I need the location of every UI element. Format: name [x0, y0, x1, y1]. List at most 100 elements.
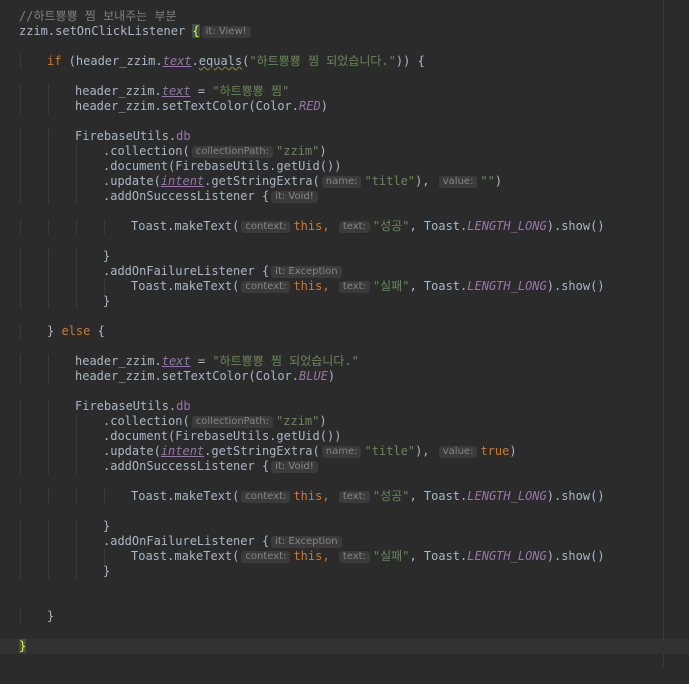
code-line[interactable]: Toast.makeText(context: this, text: "성공", …: [0, 489, 689, 504]
method-call: Toast.makeText(: [131, 279, 240, 293]
method-name: setTextColor: [161, 99, 249, 113]
code-line[interactable]: } else {: [0, 324, 689, 339]
code-line[interactable]: header_zzim.setTextColor(Color.BLUE): [0, 369, 689, 384]
param-hint: context:: [241, 221, 291, 233]
code-line[interactable]: .collection(collectionPath: "zzim"): [0, 414, 689, 429]
identifier: Toast.: [423, 489, 468, 503]
method-call: .collection(: [103, 144, 190, 158]
code-line[interactable]: .collection(collectionPath: "zzim"): [0, 144, 689, 159]
indent-guide: [20, 399, 21, 414]
indent-guide: [76, 429, 77, 444]
method-call: ).show(): [546, 489, 605, 503]
identifier: Color.: [255, 369, 300, 383]
identifier: header_zzim: [75, 84, 155, 98]
method-call: .addOnFailureListener: [103, 264, 255, 278]
string-literal: "title": [364, 444, 416, 458]
constant: LENGTH_LONG: [467, 279, 547, 293]
indent-guide: [20, 564, 21, 579]
indent-guide: [48, 219, 49, 234]
code-line[interactable]: //하트뿅뿅 찜 보내주는 부분: [0, 9, 689, 24]
code-content: header_zzim.setTextColor(Color.BLUE): [75, 369, 336, 383]
string-literal: "title": [364, 174, 416, 188]
keyword-this: this: [293, 489, 323, 503]
indent-guide: [76, 459, 77, 474]
string-literal: "성공": [372, 489, 410, 503]
indent-guide: [20, 294, 21, 309]
constant: LENGTH_LONG: [467, 489, 547, 503]
string-literal: "zzim": [276, 414, 320, 428]
param-hint: text:: [338, 491, 370, 503]
method-call: .getStringExtra(: [204, 444, 320, 458]
indent-guide: [48, 534, 49, 549]
code-line[interactable]: header_zzim.setTextColor(Color.RED): [0, 99, 689, 114]
identifier: header_zzim: [75, 354, 155, 368]
code-content: } else {: [47, 324, 105, 338]
code-line[interactable]: }: [0, 564, 689, 579]
code-line[interactable]: .addOnFailureListener {it: Exception: [0, 534, 689, 549]
code-line[interactable]: .addOnSuccessListener {it: Void!: [0, 189, 689, 204]
code-editor[interactable]: //하트뿅뿅 찜 보내주는 부분 zzim.setOnClickListener…: [0, 0, 689, 667]
code-line[interactable]: .addOnFailureListener {it: Exception: [0, 264, 689, 279]
identifier: Toast.: [423, 219, 468, 233]
code-content: .addOnSuccessListener {it: Void!: [103, 459, 321, 474]
code-line[interactable]: header_zzim.text = "하트뿅뿅 찜 되었습니다.": [0, 354, 689, 369]
code-line[interactable]: FirebaseUtils.db: [0, 129, 689, 144]
type-hint: it: Void!: [271, 191, 318, 203]
param-hint: collectionPath:: [191, 416, 274, 428]
code-content: }: [47, 609, 55, 623]
indent-guide: [20, 219, 21, 234]
code-line[interactable]: }: [0, 519, 689, 534]
code-line[interactable]: Toast.makeText(context: this, text: "성공", …: [0, 219, 689, 234]
current-code-line[interactable]: }: [0, 639, 689, 654]
code-line[interactable]: FirebaseUtils.db: [0, 399, 689, 414]
code-line[interactable]: }: [0, 249, 689, 264]
method-call: .getStringExtra(: [204, 174, 320, 188]
indent-guide: [20, 99, 21, 114]
indent-guide: [20, 519, 21, 534]
method-call: ).show(): [546, 549, 605, 563]
code-content: }: [103, 249, 111, 263]
indent-guide: [20, 174, 21, 189]
code-line[interactable]: zzim.setOnClickListener {it: View!: [0, 24, 689, 39]
code-content: .addOnFailureListener {it: Exception: [103, 264, 345, 279]
code-line[interactable]: if (header_zzim.text.equals("하트뿅뿅 찜 되었습니…: [0, 54, 689, 69]
identifier: header_zzim: [75, 99, 155, 113]
code-line[interactable]: .update(intent.getStringExtra(name: "titl…: [0, 174, 689, 189]
string-literal: "실패": [372, 279, 410, 293]
code-line[interactable]: .update(intent.getStringExtra(name: "titl…: [0, 444, 689, 459]
code-line[interactable]: Toast.makeText(context: this, text: "실패", …: [0, 549, 689, 564]
code-line[interactable]: }: [0, 609, 689, 624]
indent-guide: [48, 399, 49, 414]
code-line[interactable]: Toast.makeText(context: this, text: "실패", …: [0, 279, 689, 294]
code-content: Toast.makeText(context: this, text: "실패", …: [131, 549, 605, 563]
identifier: FirebaseUtils: [75, 399, 169, 413]
indent-guide: [48, 354, 49, 369]
string-literal: "하트뿅뿅 찜": [212, 84, 290, 98]
indent-guide: [20, 144, 21, 159]
param-hint: value:: [438, 176, 478, 188]
indent-guide: [104, 219, 105, 234]
code-content: }: [103, 519, 111, 533]
code-line[interactable]: .document(FirebaseUtils.getUid()): [0, 429, 689, 444]
method-call: Toast.makeText(: [131, 219, 240, 233]
indent-guide: [20, 279, 21, 294]
indent-guide: [48, 174, 49, 189]
indent-guide: [76, 294, 77, 309]
indent-guide: [76, 174, 77, 189]
identifier: FirebaseUtils: [75, 129, 169, 143]
indent-guide: [20, 84, 21, 99]
code-content: zzim.setOnClickListener {it: View!: [19, 24, 254, 39]
indent-guide: [20, 54, 21, 69]
code-line[interactable]: .addOnSuccessListener {it: Void!: [0, 459, 689, 474]
identifier: header_zzim: [75, 54, 156, 68]
indent-guide: [76, 549, 77, 564]
code-line[interactable]: }: [0, 294, 689, 309]
type-hint: it: Exception: [271, 266, 342, 278]
code-line[interactable]: header_zzim.text = "하트뿅뿅 찜": [0, 84, 689, 99]
indent-guide: [20, 429, 21, 444]
keyword-this: this: [293, 549, 323, 563]
property-text: text: [162, 54, 192, 68]
code-line[interactable]: .document(FirebaseUtils.getUid()): [0, 159, 689, 174]
identifier: Color.: [255, 99, 300, 113]
method-call: .addOnSuccessListener: [103, 189, 255, 203]
